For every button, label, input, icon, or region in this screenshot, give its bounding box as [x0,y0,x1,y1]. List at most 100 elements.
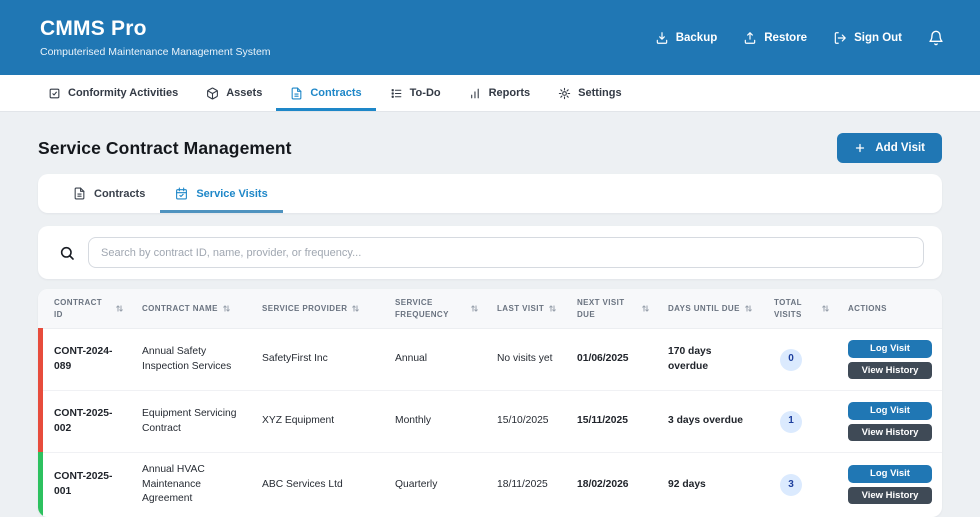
column-label: Total Visits [774,298,802,319]
page-head: Service Contract Management Add Visit [38,112,942,163]
restore-button[interactable]: Restore [743,31,807,45]
calendar-check-icon [176,187,188,200]
view-history-button[interactable]: View History [848,487,932,505]
search-bar [38,226,942,279]
nav-tab-contracts[interactable]: Contracts [276,75,376,111]
nav-tab-label: Settings [578,87,622,99]
search-icon [60,246,74,260]
column-label: Contract ID [54,298,103,319]
column-header-actions: Actions [832,289,942,328]
nav-tab-settings[interactable]: Settings [544,75,635,111]
log-visit-button[interactable]: Log Visit [848,340,932,358]
restore-label: Restore [764,31,808,44]
subtab-bar: Contracts Service Visits [38,174,942,213]
column-label: Next Visit Due [577,298,625,319]
package-icon [207,87,219,99]
column-label: Service Frequency [395,298,449,319]
nav-tab-reports[interactable]: Reports [455,75,545,111]
total-visits-badge: 3 [780,473,802,496]
column-header-contract-name[interactable]: Contract Name [126,289,246,328]
cell-service-frequency: Quarterly [395,478,438,490]
column-header-contract-id[interactable]: Contract ID [38,289,126,328]
add-visit-button[interactable]: Add Visit [837,133,942,163]
view-history-button[interactable]: View History [848,424,932,441]
cell-contract-id: CONT-2025-001 [54,471,113,497]
cell-contract-name: Annual Safety Inspection Services [142,345,232,372]
plus-icon [856,143,865,153]
backup-label: Backup [675,31,718,44]
log-visit-button[interactable]: Log Visit [848,402,932,420]
column-header-last-visit[interactable]: Last Visit [481,289,561,328]
column-label: Contract Name [142,303,218,313]
cell-total-visits: 0 [758,329,832,390]
sign-out-label: Sign Out [854,31,902,44]
main-nav: Conformity Activities Assets Contracts T… [0,75,980,112]
clipboard-check-icon [49,88,60,98]
download-icon [656,31,667,44]
table-body: CONT-2024-089 Annual Safety Inspection S… [38,328,942,517]
status-stripe [38,452,43,517]
cell-contract-id: CONT-2025-002 [54,407,113,434]
log-visit-button[interactable]: Log Visit [848,465,932,484]
cell-next-visit-due: 18/02/2026 [577,478,629,490]
nav-tab-label: Conformity Activities [68,87,179,99]
column-header-days-until-due[interactable]: Days Until Due [652,289,758,328]
cell-days-until-due: 92 days [668,478,706,490]
column-label: Days Until Due [668,303,740,313]
cell-service-provider: ABC Services Ltd [262,478,343,490]
table-row: CONT-2025-002 Equipment Servicing Contra… [38,390,942,452]
brand: CMMS Pro Computerised Maintenance Manage… [40,17,271,57]
subtab-label: Contracts [94,187,146,200]
column-header-total-visits[interactable]: Total Visits [758,289,832,328]
subtab-label: Service Visits [196,187,268,200]
notifications-button[interactable] [928,30,944,46]
total-visits-badge: 0 [780,348,802,371]
nav-tab-label: Reports [488,87,531,99]
sort-icon [822,305,829,312]
backup-button[interactable]: Backup [655,31,718,45]
cell-contract-name: Equipment Servicing Contract [142,407,237,434]
cell-actions: Log Visit View History [832,453,942,517]
view-history-button[interactable]: View History [848,362,932,379]
cell-last-visit: 15/10/2025 [497,415,549,427]
todo-list-icon [391,88,402,98]
cell-last-visit: 18/11/2025 [497,478,548,490]
cell-contract-name: Annual HVAC Maintenance Agreement [142,464,205,505]
sort-icon [471,305,478,312]
document-icon [74,187,85,200]
page-title: Service Contract Management [38,137,292,158]
cell-actions: Log Visit View History [832,329,942,390]
app-header: CMMS Pro Computerised Maintenance Manage… [0,0,980,75]
column-header-next-visit-due[interactable]: Next Visit Due [561,289,652,328]
cell-service-frequency: Annual [395,353,428,365]
column-header-service-provider[interactable]: Service Provider [246,289,379,328]
nav-tab-label: Contracts [310,87,362,99]
cell-service-provider: XYZ Equipment [262,415,335,427]
sort-icon [549,305,556,312]
search-input[interactable] [88,237,924,268]
document-icon [291,87,302,99]
cell-actions: Log Visit View History [832,391,942,452]
bar-chart-icon [470,88,479,98]
table-row: CONT-2024-089 Annual Safety Inspection S… [38,328,942,390]
cell-total-visits: 1 [758,391,832,452]
sort-icon [642,305,649,312]
nav-tab-conformity-activities[interactable]: Conformity Activities [34,75,192,111]
cell-days-until-due: 170 days overdue [668,345,712,372]
sign-out-button[interactable]: Sign Out [833,31,902,45]
column-label: Service Provider [262,303,348,313]
total-visits-badge: 1 [780,410,802,433]
table-header-row: Contract ID Contract Name Service Provid… [38,289,942,329]
subtab-contracts[interactable]: Contracts [58,174,160,213]
nav-tab-assets[interactable]: Assets [192,75,276,111]
column-header-service-frequency[interactable]: Service Frequency [379,289,481,328]
nav-tab-label: To-Do [409,87,441,99]
cell-contract-id: CONT-2024-089 [54,345,113,372]
sort-icon [745,305,752,312]
app-title: CMMS Pro [40,17,147,41]
subtab-service-visits[interactable]: Service Visits [160,174,283,213]
upload-icon [745,31,756,44]
cell-service-frequency: Monthly [395,415,432,427]
nav-tab-to-do[interactable]: To-Do [376,75,455,111]
cell-next-visit-due: 01/06/2025 [577,353,629,365]
